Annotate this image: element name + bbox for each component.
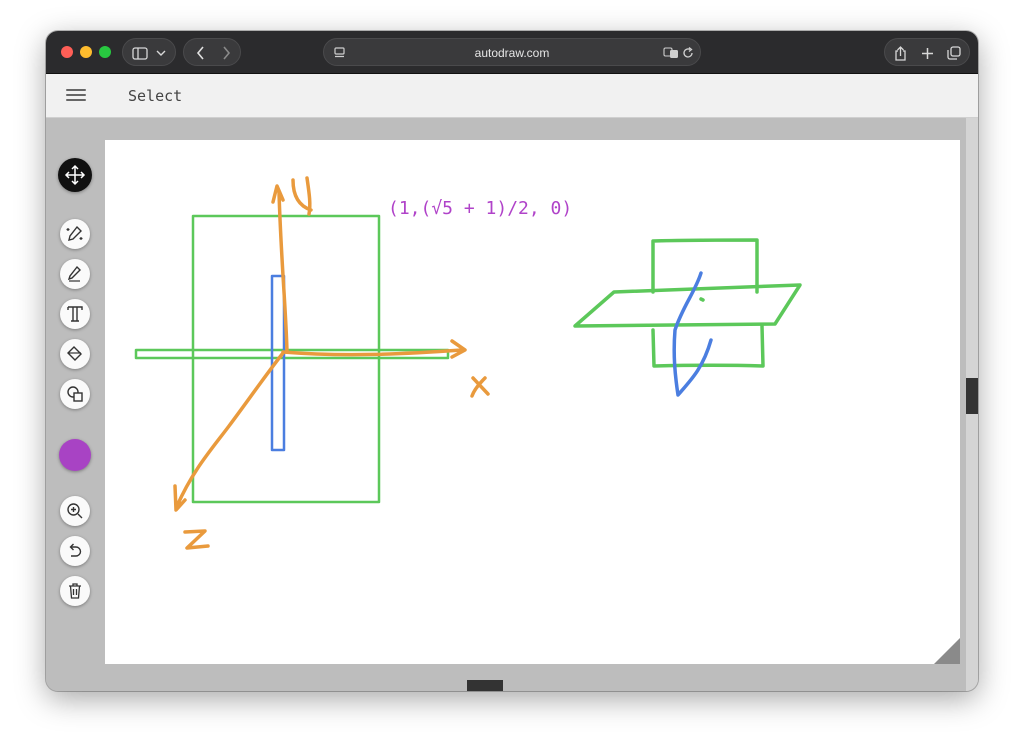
pencil-icon xyxy=(67,265,81,282)
x-axis-label xyxy=(470,376,490,398)
text-icon xyxy=(67,306,83,322)
zoom-window-button[interactable] xyxy=(99,46,111,58)
mode-label: Select xyxy=(128,87,183,105)
move-tool-button[interactable] xyxy=(58,158,92,192)
fill-tool-button[interactable] xyxy=(60,339,90,369)
draw-tool-button[interactable] xyxy=(60,259,90,289)
address-bar[interactable]: autodraw.com xyxy=(323,38,701,66)
chevron-right-icon xyxy=(222,46,230,60)
fill-bucket-icon xyxy=(67,346,82,361)
undo-button[interactable] xyxy=(60,536,90,566)
new-tab-icon[interactable] xyxy=(918,39,936,67)
z-axis-label xyxy=(183,529,210,550)
browser-window: autodraw.com Select (1,(√5 + 1)/2, 0) xyxy=(46,31,978,691)
chevron-down-icon xyxy=(154,39,168,67)
delete-button[interactable] xyxy=(60,576,90,606)
sketch-blue-stroke xyxy=(672,271,713,397)
back-button[interactable] xyxy=(192,39,208,67)
type-tool-button[interactable] xyxy=(60,299,90,329)
chevron-left-icon xyxy=(196,46,204,60)
drawing-canvas[interactable]: (1,(√5 + 1)/2, 0) xyxy=(105,140,960,664)
menu-button[interactable] xyxy=(66,86,86,104)
reload-icon[interactable] xyxy=(680,39,696,67)
trash-icon xyxy=(69,583,81,599)
tab-overview-icon[interactable] xyxy=(945,39,963,67)
horizontal-scroll-thumb[interactable] xyxy=(467,680,503,691)
undo-icon xyxy=(69,543,82,557)
z-axis-stroke xyxy=(173,351,285,512)
share-icon[interactable] xyxy=(891,39,909,67)
move-icon xyxy=(64,164,86,186)
sidebar-toggle-button[interactable] xyxy=(122,38,176,66)
vertical-scroll-thumb[interactable] xyxy=(966,378,978,414)
close-window-button[interactable] xyxy=(61,46,73,58)
canvas-resize-handle[interactable] xyxy=(934,638,960,664)
zoom-in-icon xyxy=(67,503,83,519)
y-axis-label xyxy=(291,176,313,216)
window-actions xyxy=(884,38,970,66)
shape-tool-button[interactable] xyxy=(60,379,90,409)
autodraw-icon xyxy=(66,225,83,241)
browser-toolbar: autodraw.com xyxy=(46,31,978,74)
coordinate-annotation: (1,(√5 + 1)/2, 0) xyxy=(388,198,573,219)
minimize-window-button[interactable] xyxy=(80,46,92,58)
translate-icon[interactable] xyxy=(662,39,680,67)
sidebar-icon xyxy=(131,39,149,67)
url-text: autodraw.com xyxy=(474,46,550,60)
sketch-green-dot xyxy=(699,297,705,302)
nav-buttons xyxy=(183,38,241,66)
app-bar: Select xyxy=(46,74,978,118)
y-axis-stroke xyxy=(271,184,289,354)
shapes-icon xyxy=(67,386,83,402)
canvas-area: (1,(√5 + 1)/2, 0) xyxy=(46,118,978,691)
color-picker-button[interactable] xyxy=(59,439,91,471)
autodraw-tool-button[interactable] xyxy=(60,219,90,249)
sketch-green-upper xyxy=(651,238,759,294)
zoom-tool-button[interactable] xyxy=(60,496,90,526)
forward-button[interactable] xyxy=(218,39,234,67)
